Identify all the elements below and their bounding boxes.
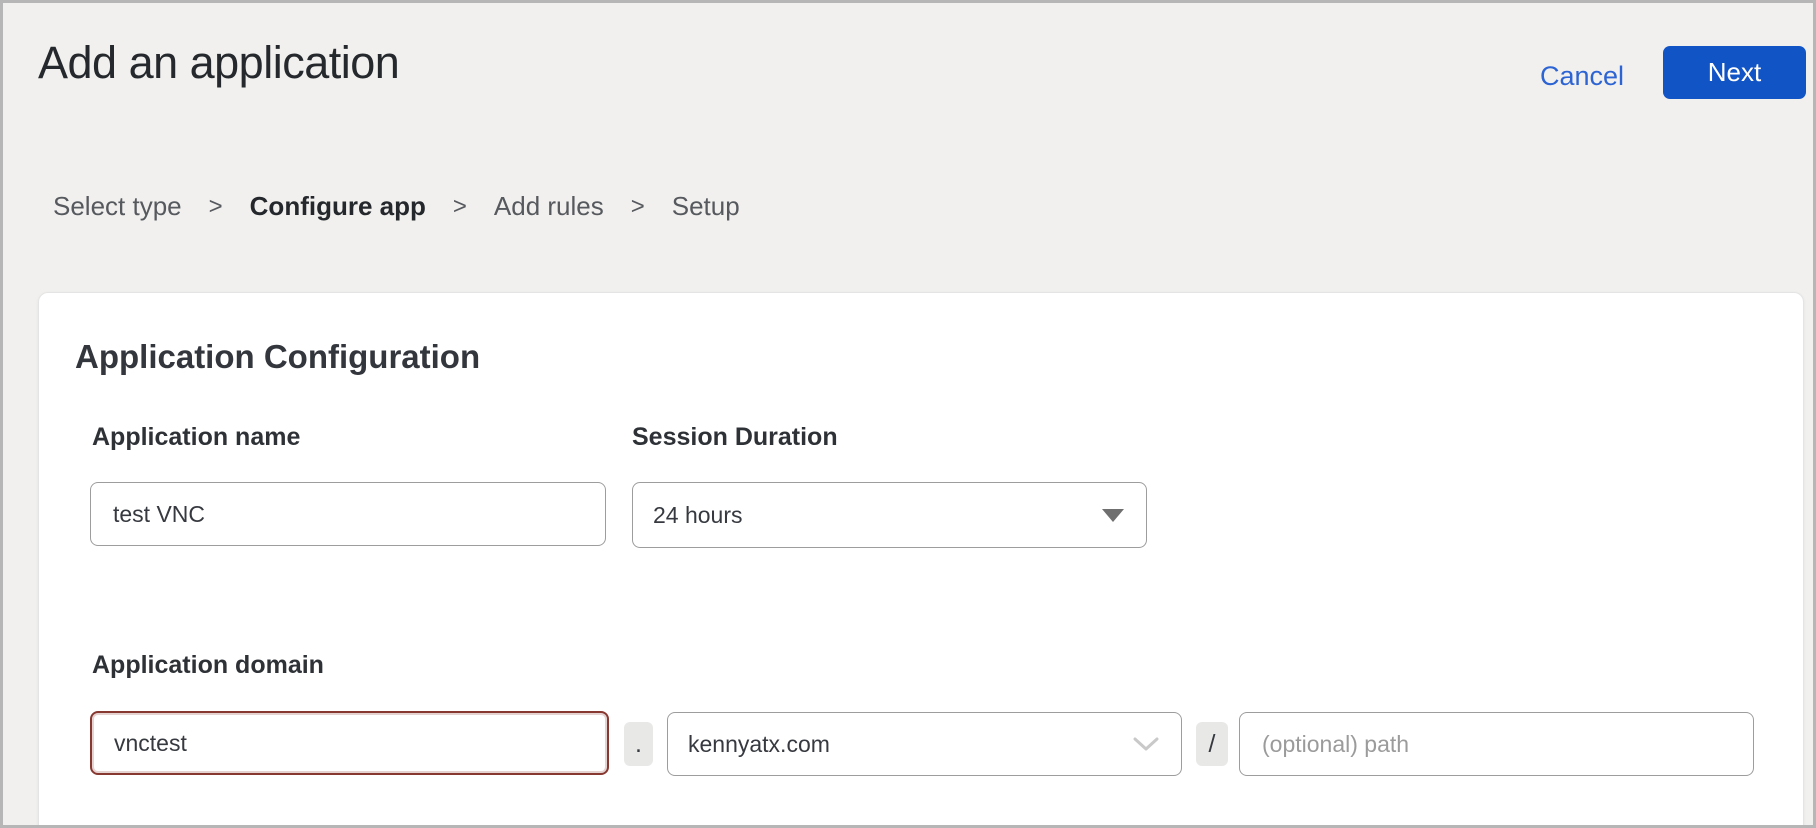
breadcrumb-step-configure-app[interactable]: Configure app — [250, 191, 426, 222]
breadcrumb-step-add-rules[interactable]: Add rules — [494, 191, 604, 222]
chevron-down-icon — [1133, 736, 1159, 752]
breadcrumb-separator-icon: > — [453, 193, 467, 221]
configuration-card: Application Configuration Application na… — [38, 292, 1804, 828]
slash-separator: / — [1196, 722, 1228, 766]
breadcrumb-step-select-type[interactable]: Select type — [53, 191, 182, 222]
domain-select-value: kennyatx.com — [688, 731, 1133, 758]
breadcrumb: Select type > Configure app > Add rules … — [53, 191, 740, 222]
dropdown-caret-icon — [1102, 509, 1124, 522]
dot-separator: . — [624, 722, 653, 766]
breadcrumb-separator-icon: > — [209, 193, 223, 221]
application-domain-label: Application domain — [92, 651, 324, 680]
application-name-input[interactable] — [90, 482, 606, 546]
section-title: Application Configuration — [75, 338, 480, 376]
next-button[interactable]: Next — [1663, 46, 1806, 99]
application-name-label: Application name — [92, 423, 300, 452]
session-duration-label: Session Duration — [632, 423, 838, 452]
domain-select[interactable]: kennyatx.com — [667, 712, 1182, 776]
subdomain-input[interactable] — [90, 711, 609, 775]
breadcrumb-separator-icon: > — [631, 193, 645, 221]
cancel-button[interactable]: Cancel — [1540, 61, 1624, 92]
session-duration-select[interactable]: 24 hours — [632, 482, 1147, 548]
path-input[interactable] — [1239, 712, 1754, 776]
session-duration-value: 24 hours — [653, 502, 1102, 529]
page-title: Add an application — [38, 37, 399, 89]
add-application-page: Add an application Cancel Next Select ty… — [0, 0, 1816, 828]
breadcrumb-step-setup[interactable]: Setup — [672, 191, 740, 222]
